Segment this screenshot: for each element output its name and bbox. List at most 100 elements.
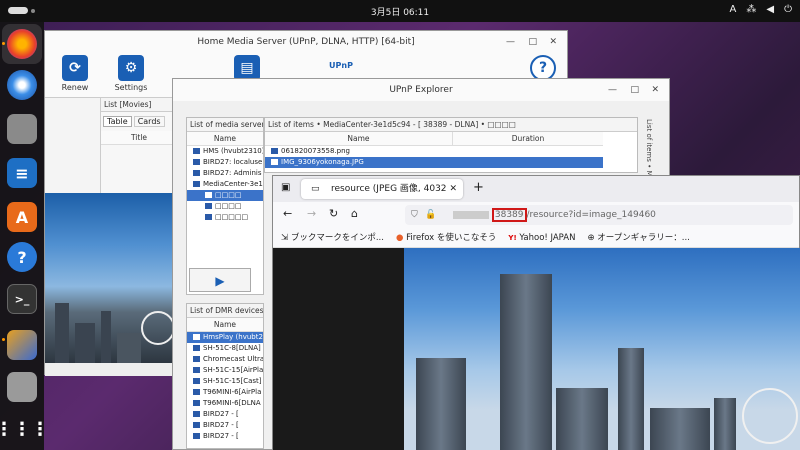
items-panel: List of items • MediaCenter-3e1d5c94 - […: [264, 117, 638, 173]
help-icon[interactable]: ?: [7, 242, 37, 272]
dmr-device-item[interactable]: SH-51C-15[Cast]: [187, 376, 263, 387]
hms-title: Home Media Server (UPnP, DLNA, HTTP) [64…: [197, 37, 415, 47]
media-server-icon[interactable]: [7, 330, 37, 360]
hms-titlebar: Home Media Server (UPnP, DLNA, HTTP) [64…: [45, 31, 567, 53]
maximize-button[interactable]: □: [528, 31, 537, 53]
folder-item[interactable]: □□□□□: [187, 212, 263, 223]
dmr-device-item[interactable]: HmsPlay (hvubt2: [187, 332, 263, 343]
media-servers-panel: List of media servers Name HMS (hvubt231…: [186, 117, 264, 295]
server-item[interactable]: BIRD27: Adminis: [187, 168, 263, 179]
items-duration-column[interactable]: Duration: [453, 132, 603, 146]
item-row[interactable]: 061820073558.png: [265, 146, 603, 157]
dock: ≡ A ? >_ ⋮⋮⋮: [0, 22, 49, 450]
ferris-wheel: [742, 388, 798, 444]
dmr-device-item[interactable]: Chromecast Ultra: [187, 354, 263, 365]
media-servers-name-column[interactable]: Name: [187, 132, 263, 146]
upnp-label: UPnP: [329, 61, 353, 70]
bookmark-firefox-tips[interactable]: ● Firefox を使いこなそう: [396, 228, 496, 247]
dmr-device-item[interactable]: T96MINI-6[DLNA: [187, 398, 263, 409]
dmr-device-item[interactable]: SH-51C-15[AirPla: [187, 365, 263, 376]
dmr-device-item[interactable]: BIRD27 - [: [187, 420, 263, 431]
trash-icon[interactable]: [7, 372, 37, 402]
play-button[interactable]: ▶: [189, 268, 251, 292]
writer-icon[interactable]: ≡: [7, 158, 37, 188]
bookmark-open-gallery[interactable]: ⊕ オープンギャラリー：...: [587, 228, 689, 247]
building: [714, 398, 736, 450]
home-icon[interactable]: ⌂: [351, 207, 358, 220]
new-tab-button[interactable]: +: [473, 180, 484, 195]
running-indicator: [2, 42, 5, 45]
renew-icon: ⟳: [62, 55, 88, 81]
folder-item[interactable]: □□□□: [187, 190, 263, 201]
url-path: /resource?id=image_149460: [526, 210, 656, 220]
tab-strip: ▣ ▭ resource (JPEG 画像, 4032 ✕ +: [273, 176, 799, 202]
running-indicator: [2, 338, 5, 341]
tab-cards[interactable]: Cards: [133, 116, 165, 127]
displayed-image[interactable]: [404, 248, 800, 450]
column-title[interactable]: Title: [101, 131, 177, 145]
bookmarks-toolbar: ⇲ ブックマークをインポ... ● Firefox を使いこなそう Y! Yah…: [273, 228, 799, 248]
thunderbird-icon[interactable]: [7, 70, 37, 100]
system-tray[interactable]: A ⁂ ◀ ⏻: [730, 4, 792, 15]
dmr-name-column[interactable]: Name: [187, 318, 263, 332]
settings-button[interactable]: ⚙ Settings: [109, 55, 153, 92]
bookmark-import[interactable]: ⇲ ブックマークをインポ...: [281, 228, 384, 247]
items-name-column[interactable]: Name: [265, 132, 453, 146]
list-title: List [Movies]: [101, 98, 177, 112]
server-item[interactable]: HMS (hvubt2310): [187, 146, 263, 157]
close-tab-icon[interactable]: ✕: [449, 179, 457, 199]
app-center-icon[interactable]: A: [7, 202, 37, 232]
image-tab-icon: ▭: [311, 184, 320, 194]
tab-list-icon[interactable]: ▣: [281, 182, 290, 193]
building: [618, 348, 644, 450]
server-item[interactable]: MediaCenter-3e1: [187, 179, 263, 190]
system-top-bar: 3月5日 06:11 A ⁂ ◀ ⏻: [0, 0, 800, 22]
maximize-button[interactable]: □: [630, 79, 639, 101]
building: [650, 408, 710, 450]
hms-status-bar: [45, 363, 177, 376]
url-port-highlight: 38389: [491, 208, 527, 222]
volume-icon[interactable]: ◀: [766, 4, 774, 15]
close-button[interactable]: ✕: [549, 31, 557, 53]
insecure-lock-icon[interactable]: 🔓: [425, 205, 436, 225]
files-icon[interactable]: [7, 114, 37, 144]
tab-title: resource (JPEG 画像, 4032: [331, 184, 447, 194]
shield-icon[interactable]: ⛉: [411, 205, 418, 225]
server-item[interactable]: BIRD27: localuse: [187, 157, 263, 168]
dmr-device-item[interactable]: BIRD27 - [: [187, 431, 263, 442]
folder-item[interactable]: □□□□: [187, 201, 263, 212]
upnp-button[interactable]: UPnP: [319, 55, 363, 70]
minimize-button[interactable]: —: [608, 79, 617, 101]
browser-tab[interactable]: ▭ resource (JPEG 画像, 4032 ✕: [301, 179, 463, 199]
tab-table[interactable]: Table: [103, 116, 132, 127]
reload-icon[interactable]: ↻: [329, 207, 338, 220]
firefox-icon[interactable]: [7, 29, 37, 59]
bookmark-yahoo[interactable]: Y! Yahoo! JAPAN: [508, 228, 575, 247]
power-icon[interactable]: ⏻: [784, 4, 792, 15]
terminal-icon[interactable]: >_: [7, 284, 37, 314]
renew-button[interactable]: ⟳ Renew: [53, 55, 97, 92]
close-button[interactable]: ✕: [651, 79, 659, 101]
dmr-device-item[interactable]: T96MINI-6[AirPla: [187, 387, 263, 398]
clock[interactable]: 3月5日 06:11: [0, 5, 800, 18]
upnp-title: UPnP Explorer: [389, 85, 453, 95]
forward-icon[interactable]: →: [307, 207, 316, 220]
dmr-device-item[interactable]: SH-51C-8[DLNA]: [187, 343, 263, 354]
back-icon[interactable]: ←: [283, 207, 292, 220]
redacted-host: [453, 210, 489, 219]
item-row[interactable]: IMG_9306yokonaga.JPG: [265, 157, 603, 168]
image-viewer: [273, 248, 800, 450]
dmr-devices-header: List of DMR devices: [187, 304, 263, 318]
dmr-device-item[interactable]: BIRD27 - [: [187, 409, 263, 420]
input-method-label[interactable]: A: [730, 4, 737, 15]
dmr-devices-panel: List of DMR devices Name HmsPlay (hvubt2…: [186, 303, 264, 449]
media-servers-header: List of media servers: [187, 118, 263, 132]
network-icon[interactable]: ⁂: [746, 4, 756, 15]
app-grid-icon[interactable]: ⋮⋮⋮: [0, 414, 49, 444]
url-bar[interactable]: ⛉ 🔓 38389/resource?id=image_149460: [405, 205, 793, 225]
minimize-button[interactable]: —: [506, 31, 515, 53]
navigation-bar: ← → ↻ ⌂ ⛉ 🔓 38389/resource?id=image_1494…: [273, 202, 799, 228]
settings-icon: ⚙: [118, 55, 144, 81]
movie-thumbnail: [45, 193, 177, 363]
landmark-tower: [500, 274, 552, 450]
